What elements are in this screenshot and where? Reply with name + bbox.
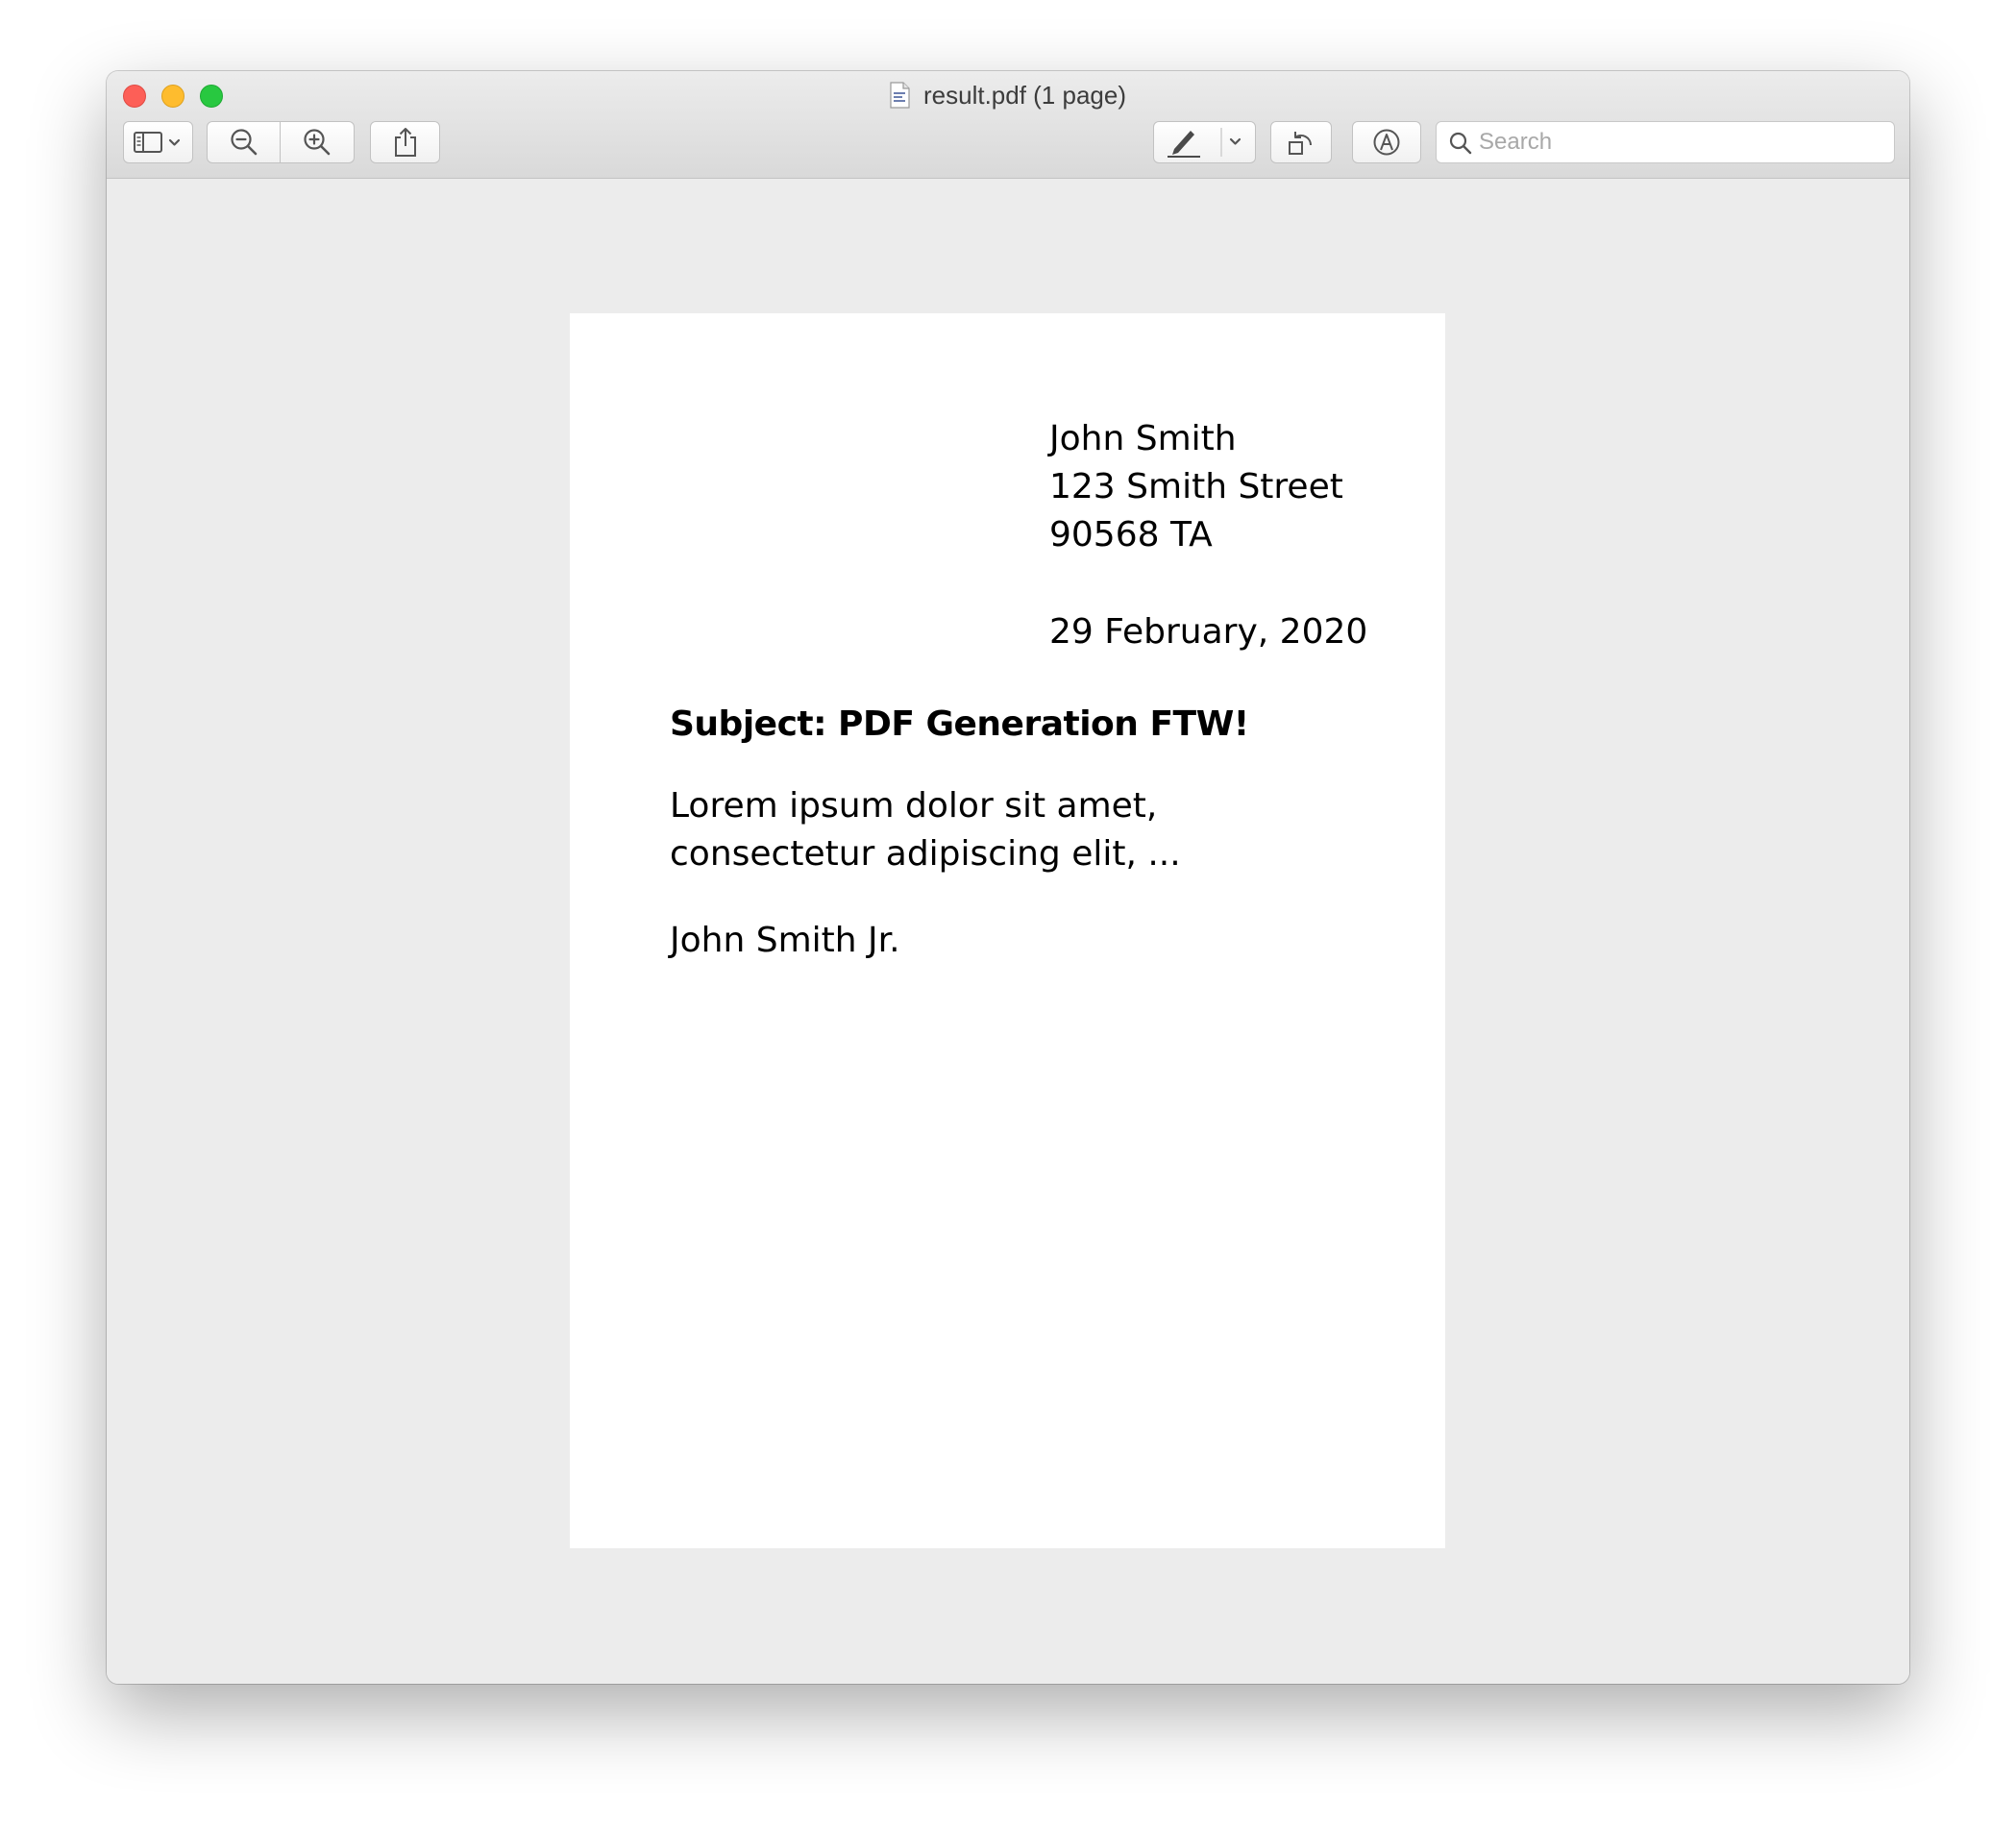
share-button[interactable] xyxy=(370,121,440,163)
sender-name: John Smith xyxy=(1049,419,1237,458)
letter-subject: Subject: PDF Generation FTW! xyxy=(670,704,1249,744)
body-line: Lorem ipsum dolor sit amet, xyxy=(670,786,1158,826)
window-title: result.pdf (1 page) xyxy=(107,77,1909,113)
share-icon xyxy=(394,128,416,157)
title-bar: result.pdf (1 page) xyxy=(107,71,1909,179)
sender-address: John Smith 123 Smith Street 90568 TA xyxy=(1049,415,1343,559)
zoom-out-icon xyxy=(230,129,257,156)
letter-date: 29 February, 2020 xyxy=(1049,612,1368,652)
sidebar-icon xyxy=(133,132,180,153)
zoom-out-button[interactable] xyxy=(207,121,281,163)
sender-city: 90568 TA xyxy=(1049,515,1213,555)
zoom-in-icon xyxy=(304,129,331,156)
window-title-text: result.pdf (1 page) xyxy=(922,81,1126,110)
markup-toolbar-button[interactable] xyxy=(1352,121,1421,163)
markup-pen-button[interactable] xyxy=(1153,121,1256,163)
body-line: consectetur adipiscing elit, ... xyxy=(670,834,1181,874)
pdf-page: John Smith 123 Smith Street 90568 TA 29 … xyxy=(570,313,1445,1548)
preview-window: result.pdf (1 page) Search John Smith 12… xyxy=(107,71,1909,1684)
pdf-document-icon xyxy=(890,82,910,109)
letter-body: Lorem ipsum dolor sit amet, consectetur … xyxy=(670,782,1181,878)
search-field[interactable] xyxy=(1436,121,1895,163)
pen-icon xyxy=(1167,128,1241,158)
zoom-in-button[interactable] xyxy=(281,121,355,163)
search-input[interactable] xyxy=(1479,122,1882,162)
letter-signature: John Smith Jr. xyxy=(670,921,900,960)
rotate-icon xyxy=(1289,132,1312,155)
search-icon xyxy=(1449,132,1472,155)
sender-street: 123 Smith Street xyxy=(1049,467,1343,506)
sidebar-view-button[interactable] xyxy=(123,121,193,163)
markup-circle-icon xyxy=(1373,129,1400,156)
rotate-button[interactable] xyxy=(1270,121,1332,163)
document-view[interactable]: John Smith 123 Smith Street 90568 TA 29 … xyxy=(107,179,1909,1684)
